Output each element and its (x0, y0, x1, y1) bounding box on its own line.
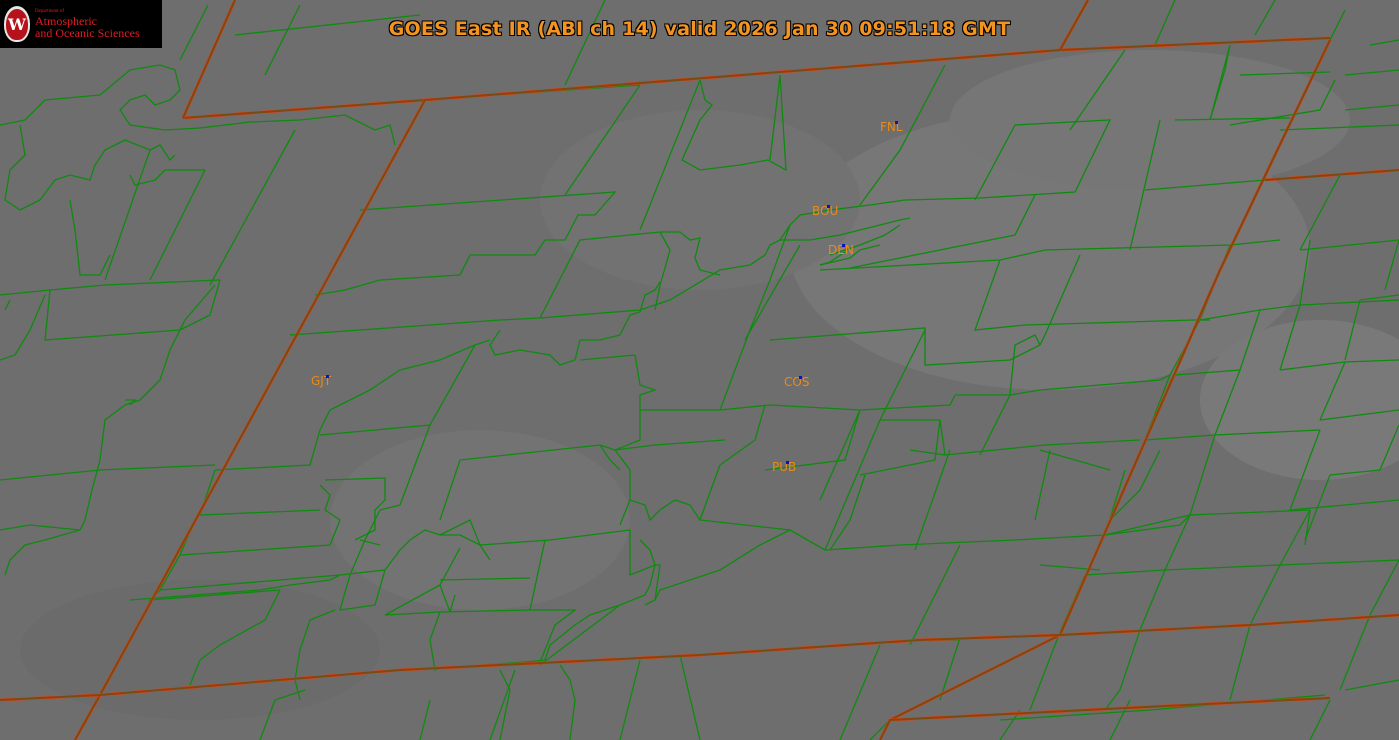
map-canvas (0, 0, 1399, 740)
station-bou: BOU (812, 204, 838, 218)
ir-satellite-map: W Department of Atmospheric and Oceanic … (0, 0, 1399, 740)
station-label: PUB (772, 460, 797, 474)
map-title: GOES East IR (ABI ch 14) valid 2026 Jan … (388, 18, 1011, 40)
station-marker (895, 121, 898, 124)
station-pub: PUB (772, 460, 796, 474)
station-label: COS (784, 375, 810, 389)
station-marker (799, 376, 802, 379)
station-marker (326, 375, 329, 378)
station-marker (786, 461, 789, 464)
station-label: BOU (812, 204, 839, 218)
station-label: DEN (828, 243, 854, 257)
station-gjt: GJT (311, 374, 331, 388)
station-label: FNL (880, 120, 903, 134)
station-cos: COS (784, 375, 809, 389)
station-marker (827, 205, 830, 208)
station-den: DEN (828, 243, 854, 257)
station-marker (842, 244, 845, 247)
station-fnl: FNL (880, 120, 903, 134)
